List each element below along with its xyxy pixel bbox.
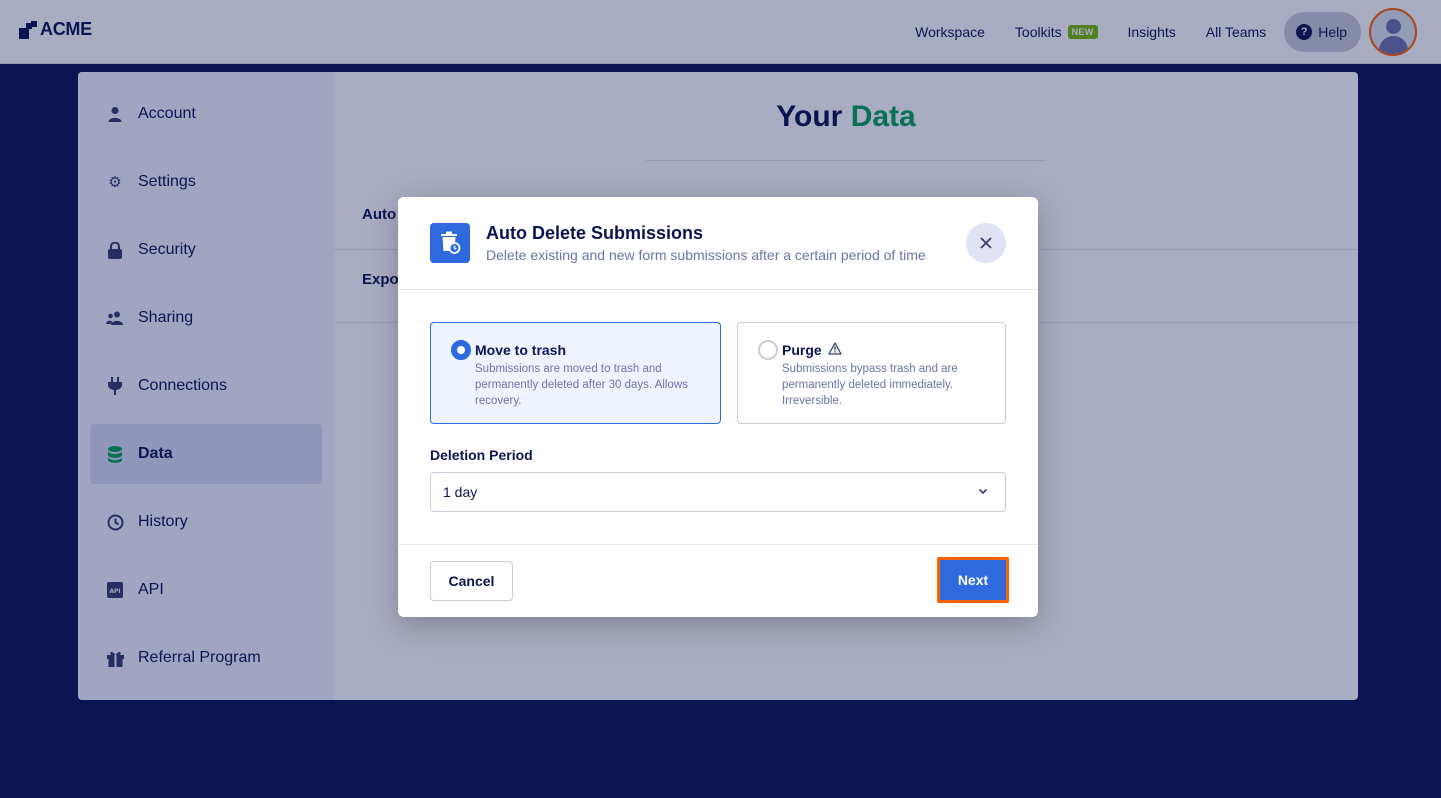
radio-move-to-trash[interactable]: [451, 340, 471, 360]
close-icon: [980, 237, 992, 249]
trash-clock-icon: [430, 223, 470, 263]
modal-header: Auto Delete Submissions Delete existing …: [398, 197, 1038, 290]
modal-footer: Cancel Next: [398, 544, 1038, 617]
option-move-to-trash[interactable]: Move to trash Submissions are moved to t…: [430, 322, 721, 424]
chevron-down-icon: [978, 488, 988, 495]
radio-purge[interactable]: [758, 340, 778, 360]
deletion-period-label: Deletion Period: [430, 447, 533, 463]
option-title-text: Move to trash: [475, 342, 567, 358]
option-title-text: Purge: [782, 342, 822, 358]
select-value: 1 day: [443, 484, 478, 500]
option-purge[interactable]: Purge Submissions bypass trash and are p…: [737, 322, 1006, 424]
option-description: Submissions are moved to trash and perma…: [475, 363, 688, 407]
modal-subtitle: Delete existing and new form submissions…: [486, 247, 926, 263]
close-button[interactable]: [966, 223, 1006, 263]
option-title: Purge: [782, 342, 842, 358]
auto-delete-modal: Auto Delete Submissions Delete existing …: [398, 197, 1038, 617]
deletion-period-select[interactable]: 1 day: [430, 472, 1006, 512]
option-description: Submissions bypass trash and are permane…: [782, 363, 958, 407]
modal-title: Auto Delete Submissions: [486, 223, 704, 243]
option-title: Move to trash: [475, 342, 566, 358]
warning-icon: [828, 342, 842, 358]
next-button[interactable]: Next: [937, 557, 1009, 603]
cancel-button[interactable]: Cancel: [430, 561, 513, 601]
